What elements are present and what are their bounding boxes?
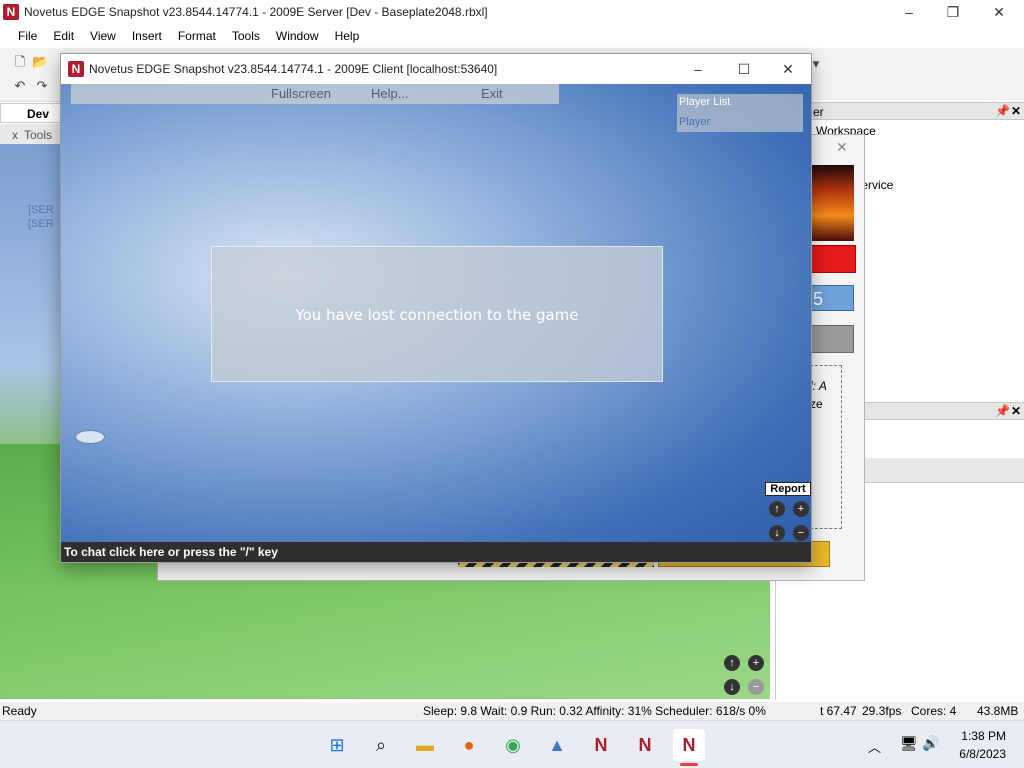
status-memory: 43.8MB bbox=[977, 704, 1019, 718]
camera-up-icon[interactable]: ↑ bbox=[724, 655, 740, 671]
menu-help[interactable]: Help bbox=[327, 25, 368, 47]
client-minimize-button[interactable]: – bbox=[675, 57, 721, 81]
search-icon[interactable]: ⌕ bbox=[365, 729, 397, 761]
output-line-2: [SER bbox=[28, 218, 54, 230]
pin-icon-2[interactable]: 📌 bbox=[995, 404, 1010, 418]
zoom-out-icon[interactable]: − bbox=[748, 679, 764, 695]
status-t: t 67.47 bbox=[820, 704, 857, 718]
clock-time[interactable]: 1:38 PM bbox=[958, 729, 1006, 743]
redo-icon[interactable]: ↷ bbox=[34, 78, 50, 94]
property-fragment-1: l: A bbox=[810, 379, 827, 393]
fullscreen-menu-item[interactable]: Fullscreen bbox=[271, 84, 331, 104]
help-menu-item[interactable]: Help... bbox=[371, 84, 409, 104]
player-list-title: Player List bbox=[679, 96, 731, 108]
menu-format[interactable]: Format bbox=[170, 25, 224, 47]
client-titlebar[interactable]: N Novetus EDGE Snapshot v23.8544.14774.1… bbox=[61, 54, 811, 84]
explorer-close-icon[interactable]: ✕ bbox=[1011, 104, 1021, 118]
client-window: N Novetus EDGE Snapshot v23.8544.14774.1… bbox=[60, 53, 812, 563]
pin-icon[interactable]: 📌 bbox=[995, 104, 1010, 118]
red-color-swatch[interactable] bbox=[810, 245, 856, 273]
chat-bar[interactable]: To chat click here or press the "/" key bbox=[61, 542, 811, 562]
tools-close-icon[interactable]: x bbox=[12, 128, 18, 142]
firefox-icon[interactable]: ● bbox=[453, 729, 485, 761]
client-logo-icon: N bbox=[68, 61, 84, 77]
doc-tab-label: Dev bbox=[27, 107, 50, 121]
client-maximize-button[interactable]: ☐ bbox=[721, 57, 767, 81]
explorer-header-label: er bbox=[813, 105, 824, 119]
novetus-app-icon-active[interactable]: N bbox=[673, 729, 705, 761]
game-viewport[interactable]: Fullscreen Help... Exit Player List Play… bbox=[61, 84, 811, 562]
chrome-icon[interactable]: ◉ bbox=[497, 729, 529, 761]
game-camera-up-icon[interactable]: ↑ bbox=[769, 501, 785, 517]
tools-tab-label: Tools bbox=[24, 128, 53, 142]
player-list: Player List Player bbox=[677, 94, 803, 132]
file-explorer-icon[interactable]: ▬ bbox=[409, 729, 441, 761]
novetus-app-icon-1[interactable]: N bbox=[585, 729, 617, 761]
server-menubar: File Edit View Insert Format Tools Window Help bbox=[0, 25, 1024, 47]
start-icon[interactable]: ⊞ bbox=[321, 729, 353, 761]
taskbar: ⊞ ⌕ ▬ ● ◉ ▲ N N N ︿ 🖥 🔊 1:38 PM 6/8/2023 bbox=[0, 720, 1024, 768]
novetus-logo-icon: N bbox=[3, 4, 19, 20]
status-fps: 29.3fps bbox=[862, 704, 902, 718]
close-button[interactable]: ✕ bbox=[976, 0, 1022, 24]
client-window-title: Novetus EDGE Snapshot v23.8544.14774.1 -… bbox=[89, 62, 498, 76]
new-file-icon[interactable]: 🗋 bbox=[12, 54, 28, 70]
network-icon[interactable]: 🖥 bbox=[900, 735, 918, 752]
undo-icon[interactable]: ↶ bbox=[12, 78, 28, 94]
open-folder-icon[interactable]: 📂 bbox=[32, 54, 48, 70]
server-window-title: Novetus EDGE Snapshot v23.8544.14774.1 -… bbox=[24, 5, 488, 19]
menu-tools[interactable]: Tools bbox=[224, 25, 268, 47]
report-button[interactable]: Report bbox=[765, 482, 811, 496]
menu-insert[interactable]: Insert bbox=[124, 25, 170, 47]
minimize-button[interactable]: – bbox=[886, 0, 932, 24]
explorer-header: er 📌 ✕ bbox=[776, 102, 1024, 120]
dialog-image bbox=[810, 165, 854, 241]
novetus-app-icon-2[interactable]: N bbox=[629, 729, 661, 761]
gray-button[interactable] bbox=[810, 325, 854, 353]
server-titlebar[interactable]: N Novetus EDGE Snapshot v23.8544.14774.1… bbox=[0, 0, 1024, 24]
dialog-close-icon[interactable]: ✕ bbox=[836, 139, 848, 156]
properties-close-icon[interactable]: ✕ bbox=[1011, 404, 1021, 418]
clock-date[interactable]: 6/8/2023 bbox=[950, 747, 1006, 761]
photos-icon[interactable]: ▲ bbox=[541, 729, 573, 761]
active-indicator bbox=[680, 763, 698, 766]
status-stats: Sleep: 9.8 Wait: 0.9 Run: 0.32 Affinity:… bbox=[423, 704, 766, 718]
menu-file[interactable]: File bbox=[10, 25, 45, 47]
tray-chevron-icon[interactable]: ︿ bbox=[868, 737, 881, 756]
output-line-1: [SER bbox=[28, 204, 54, 216]
exit-menu-item[interactable]: Exit bbox=[481, 84, 503, 104]
client-close-button[interactable]: ✕ bbox=[765, 57, 811, 81]
menu-window[interactable]: Window bbox=[268, 25, 327, 47]
chat-hint-text: To chat click here or press the "/" key bbox=[64, 545, 278, 559]
restore-button[interactable]: ❐ bbox=[930, 0, 976, 24]
game-camera-down-icon[interactable]: ↓ bbox=[769, 525, 785, 541]
lost-connection-message: You have lost connection to the game bbox=[295, 306, 579, 324]
zoom-in-icon[interactable]: + bbox=[748, 655, 764, 671]
volume-icon[interactable]: 🔊 bbox=[922, 735, 939, 752]
chat-bubble-icon[interactable] bbox=[75, 430, 105, 444]
status-bar: Ready Sleep: 9.8 Wait: 0.9 Run: 0.32 Aff… bbox=[0, 702, 1024, 720]
lost-connection-dialog: You have lost connection to the game bbox=[211, 246, 663, 382]
menu-view[interactable]: View bbox=[82, 25, 124, 47]
game-zoom-out-icon[interactable]: − bbox=[793, 525, 809, 541]
player-list-entry[interactable]: Player bbox=[679, 116, 710, 128]
game-menu-bar: Fullscreen Help... Exit bbox=[71, 84, 559, 104]
number-box[interactable]: 5 bbox=[810, 285, 854, 311]
camera-down-icon[interactable]: ↓ bbox=[724, 679, 740, 695]
status-ready: Ready bbox=[2, 704, 37, 718]
menu-edit[interactable]: Edit bbox=[45, 25, 82, 47]
status-cores: Cores: 4 bbox=[911, 704, 957, 718]
game-zoom-in-icon[interactable]: + bbox=[793, 501, 809, 517]
